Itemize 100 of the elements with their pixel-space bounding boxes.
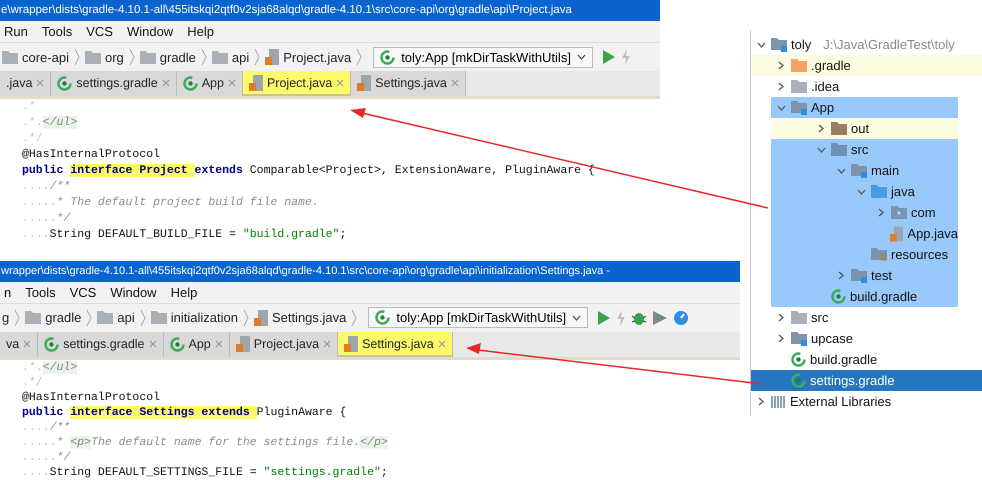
tree-item[interactable]: External Libraries xyxy=(751,391,982,412)
libraries-icon xyxy=(771,395,786,408)
folder-icon xyxy=(791,311,807,324)
close-icon[interactable] xyxy=(438,340,446,348)
coverage-icon[interactable] xyxy=(652,310,668,326)
folder-icon xyxy=(212,50,228,64)
tree-item[interactable]: src xyxy=(771,139,958,160)
menu-item[interactable]: Run xyxy=(4,24,28,40)
folder-icon xyxy=(84,50,101,64)
breadcrumb-separator-icon xyxy=(242,308,249,327)
chevron-right-icon[interactable] xyxy=(818,124,824,133)
run-icon[interactable] xyxy=(597,310,612,326)
editor-tab[interactable]: settings.gradle xyxy=(51,70,177,96)
gradle-icon xyxy=(791,352,806,367)
chevron-right-icon[interactable] xyxy=(838,271,844,280)
menu-item[interactable]: Help xyxy=(187,24,214,40)
tree-item[interactable]: test xyxy=(771,265,958,286)
breadcrumb-separator-icon xyxy=(200,48,207,66)
editor-tab[interactable]: Project.java xyxy=(242,70,352,96)
breadcrumb-item[interactable]: org xyxy=(84,50,124,64)
chevron-down-icon[interactable] xyxy=(776,104,786,110)
code-line: .* xyxy=(22,98,37,115)
chevron-down-icon[interactable] xyxy=(816,146,826,152)
run-configuration-dropdown[interactable]: toly:App [mkDirTaskWithUtils] xyxy=(373,46,593,68)
close-icon[interactable] xyxy=(214,340,223,348)
menu-item[interactable]: VCS xyxy=(86,24,113,40)
tree-item[interactable]: App.java xyxy=(771,223,958,244)
tree-item[interactable]: build.gradle xyxy=(751,349,982,370)
breadcrumb-item[interactable]: gradle xyxy=(140,50,196,64)
code-line: @HasInternalProtocol xyxy=(22,146,162,163)
window-title: e\wrapper\dists\gradle-4.10.1-all\455itskqi2qtf0v2sja68alqd\gradle-4.10.1\src\core-api\org\gradle\api\Project.java xyxy=(0,0,660,21)
tree-item[interactable]: resources xyxy=(771,244,958,265)
profiler-icon[interactable] xyxy=(673,310,690,326)
close-icon[interactable] xyxy=(228,79,236,88)
breadcrumb-item[interactable]: api xyxy=(212,50,250,64)
tree-item[interactable]: App xyxy=(771,97,958,118)
menu-item[interactable]: Window xyxy=(126,24,174,40)
menu-item[interactable]: Window xyxy=(110,285,157,300)
editor-tab[interactable]: App xyxy=(176,70,243,96)
menu-item[interactable]: Tools xyxy=(42,24,72,40)
module-folder-icon xyxy=(851,268,867,282)
chevron-right-icon[interactable] xyxy=(778,82,784,91)
java-file-icon xyxy=(248,75,263,92)
chevron-down-icon[interactable] xyxy=(836,168,846,174)
chevron-right-icon[interactable] xyxy=(878,208,884,217)
close-icon[interactable] xyxy=(323,340,332,348)
gradle-icon xyxy=(375,310,390,326)
module-folder-icon xyxy=(791,100,807,114)
folder-icon xyxy=(831,143,847,156)
breadcrumb-item[interactable]: Project.java xyxy=(265,49,352,65)
editor-tab[interactable]: Settings.java xyxy=(338,332,453,357)
run-icon[interactable] xyxy=(602,49,616,65)
chevron-right-icon[interactable] xyxy=(778,313,784,322)
tree-item[interactable]: main xyxy=(771,160,958,181)
breadcrumb-separator-icon xyxy=(356,48,362,66)
breadcrumb-item[interactable]: gradle xyxy=(25,310,82,326)
chevron-right-icon[interactable] xyxy=(758,397,764,406)
close-icon[interactable] xyxy=(23,340,32,348)
tree-item[interactable]: com xyxy=(771,202,958,223)
breadcrumb-item[interactable]: initialization xyxy=(150,310,238,326)
code-line: .....* <p>The default name for the settings file.</p> xyxy=(22,435,389,450)
close-icon[interactable] xyxy=(450,79,459,88)
breadcrumb-item[interactable]: core-api xyxy=(2,50,69,64)
editor-tab[interactable]: Settings.java xyxy=(351,70,466,96)
chevron-right-icon[interactable] xyxy=(778,334,784,343)
editor-tab[interactable]: Project.java xyxy=(230,332,338,357)
code-line: .*.</ul> xyxy=(22,360,78,375)
tree-item[interactable]: upcase xyxy=(751,328,982,349)
chevron-down-icon[interactable] xyxy=(856,188,866,194)
breadcrumb-item[interactable]: g xyxy=(2,310,10,326)
close-icon[interactable] xyxy=(162,79,170,88)
tree-item[interactable]: .gradle xyxy=(751,55,982,76)
module-folder-icon xyxy=(771,38,787,52)
editor-tab[interactable]: va xyxy=(0,332,38,357)
chevron-right-icon[interactable] xyxy=(778,61,784,70)
tree-item[interactable]: src xyxy=(751,307,982,328)
breadcrumb-item[interactable]: Settings.java xyxy=(254,310,346,326)
java-file-icon xyxy=(357,75,372,92)
tree-item[interactable]: .idea xyxy=(751,76,982,97)
menu-item[interactable]: Tools xyxy=(25,285,56,300)
editor-tab[interactable]: App xyxy=(164,332,230,357)
gradle-icon xyxy=(182,76,198,91)
chevron-down-icon[interactable] xyxy=(756,42,766,48)
tree-item[interactable]: out xyxy=(771,118,958,139)
close-icon[interactable] xyxy=(148,340,157,348)
editor-tab[interactable]: .java xyxy=(0,70,52,96)
close-icon[interactable] xyxy=(36,79,44,88)
tree-item[interactable]: settings.gradle xyxy=(751,370,982,391)
tree-item[interactable]: toly J:\Java\GradleTest\toly xyxy=(751,34,982,55)
run-configuration-dropdown[interactable]: toly:App [mkDirTaskWithUtils] xyxy=(368,307,588,328)
menu-item[interactable]: n xyxy=(4,285,12,300)
gradle-icon xyxy=(831,289,846,304)
close-icon[interactable] xyxy=(336,79,344,88)
menu-item[interactable]: VCS xyxy=(70,285,96,300)
tree-item[interactable]: build.gradle xyxy=(771,286,958,307)
tree-item[interactable]: java xyxy=(771,181,958,202)
menu-item[interactable]: Help xyxy=(170,285,198,300)
code-line: .*/ xyxy=(22,130,44,147)
breadcrumb-item[interactable]: api xyxy=(97,310,135,326)
editor-tab[interactable]: settings.gradle xyxy=(38,332,164,357)
